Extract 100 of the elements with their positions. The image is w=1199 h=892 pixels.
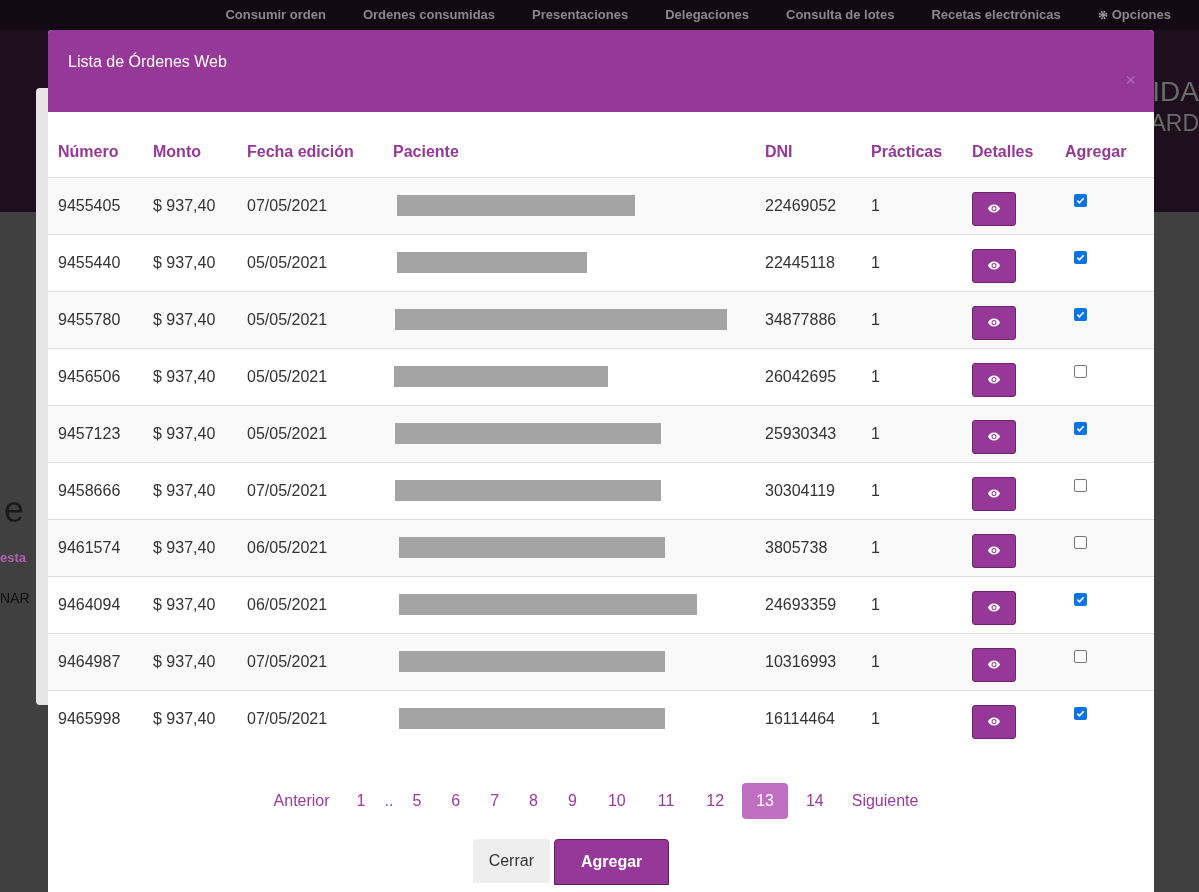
checkbox[interactable]	[1074, 364, 1087, 378]
table-cell: 26042695	[755, 348, 861, 405]
table-cell: 05/05/2021	[237, 291, 383, 348]
table-cell: $ 937,40	[143, 633, 237, 690]
view-details-button[interactable]	[972, 590, 1016, 625]
table-cell: $ 937,40	[143, 177, 237, 234]
checkbox[interactable]	[1074, 535, 1087, 549]
eye-icon	[988, 660, 1000, 669]
table-cell: 07/05/2021	[237, 633, 383, 690]
table-cell: 22445118	[755, 234, 861, 291]
checkbox[interactable]	[1074, 307, 1087, 321]
table-cell: $ 937,40	[143, 291, 237, 348]
page-link[interactable]: 10	[593, 783, 640, 819]
table-cell: 05/05/2021	[237, 348, 383, 405]
checkbox[interactable]	[1074, 649, 1087, 663]
field-label-fragment: esta	[0, 549, 27, 567]
table-cell: 07/05/2021	[237, 690, 383, 747]
checkbox[interactable]	[1074, 421, 1087, 435]
table-cell: 06/05/2021	[237, 519, 383, 576]
page-link[interactable]: 8	[516, 783, 551, 819]
page-link[interactable]: Anterior	[263, 783, 340, 819]
check-icon	[1076, 195, 1085, 205]
page-heading-fragment: IDA	[1152, 78, 1199, 106]
table-cell: 1	[861, 576, 962, 633]
eye-icon	[988, 318, 1000, 327]
view-details-button[interactable]	[972, 248, 1016, 283]
table-cell: 25930343	[755, 405, 861, 462]
checkbox[interactable]	[1074, 478, 1087, 492]
table-cell: 9455780	[48, 291, 143, 348]
table-cell: 9456506	[48, 348, 143, 405]
table-cell: 3805738	[755, 519, 861, 576]
table-cell: 9455405	[48, 177, 143, 234]
column-header: DNI	[755, 112, 861, 177]
nav-link[interactable]: Ordenes consumidas	[362, 5, 496, 25]
nav-link[interactable]: Recetas electrónicas	[931, 5, 1061, 25]
page-link[interactable]: 5	[399, 783, 435, 819]
view-details-button[interactable]	[972, 305, 1016, 340]
checkbox[interactable]	[1074, 706, 1087, 720]
table-cell: $ 937,40	[143, 234, 237, 291]
page-link[interactable]: ..	[382, 783, 396, 819]
table-cell: 1	[861, 405, 962, 462]
page-link[interactable]: 7	[477, 783, 513, 819]
table-cell: 9464987	[48, 633, 143, 690]
table-cell: 34877886	[755, 291, 861, 348]
table-cell: 1	[861, 291, 962, 348]
table-cell: 1	[861, 462, 962, 519]
page-link[interactable]: 14	[791, 783, 838, 819]
check-icon	[1076, 708, 1085, 718]
table-cell: 24693359	[755, 576, 861, 633]
page-link[interactable]: 6	[438, 783, 474, 819]
table-cell: 9458666	[48, 462, 143, 519]
table-cell: 05/05/2021	[237, 234, 383, 291]
nav-link[interactable]: Opciones	[1097, 5, 1171, 25]
page-link[interactable]: Siguiente	[841, 783, 929, 819]
table-cell: 1	[861, 177, 962, 234]
check-icon	[1076, 309, 1085, 319]
page-link[interactable]: 13	[742, 783, 788, 819]
table-cell: $ 937,40	[143, 462, 237, 519]
table-cell: 22469052	[755, 177, 861, 234]
table-cell: 30304119	[755, 462, 861, 519]
table-cell: 9457123	[48, 405, 143, 462]
checkbox[interactable]	[1074, 193, 1087, 207]
checkbox[interactable]	[1074, 250, 1087, 264]
eye-icon	[988, 603, 1000, 612]
table-cell: 07/05/2021	[237, 462, 383, 519]
view-details-button[interactable]	[972, 647, 1016, 682]
table-cell: 9461574	[48, 519, 143, 576]
column-header: Número	[48, 112, 143, 177]
view-details-button[interactable]	[972, 191, 1016, 226]
nav-link[interactable]: Delegaciones	[665, 5, 750, 25]
table-cell: 06/05/2021	[237, 576, 383, 633]
view-details-button[interactable]	[972, 476, 1016, 511]
cancel-button[interactable]: Cerrar	[472, 839, 550, 883]
checkbox[interactable]	[1074, 592, 1087, 606]
nav-link[interactable]: Presentaciones	[532, 5, 629, 25]
table-cell: 05/05/2021	[237, 405, 383, 462]
check-icon	[1076, 252, 1085, 262]
view-details-button[interactable]	[972, 704, 1016, 739]
table-cell: 9465998	[48, 690, 143, 747]
view-details-button[interactable]	[972, 419, 1016, 454]
table-cell: $ 937,40	[143, 519, 237, 576]
page-link[interactable]: 9	[555, 783, 590, 819]
table-cell: 1	[861, 633, 962, 690]
dialog-title: Lista de Órdenes Web	[68, 51, 227, 72]
add-button[interactable]: Agregar	[554, 839, 670, 885]
page-link[interactable]: 12	[692, 783, 739, 819]
view-details-button[interactable]	[972, 362, 1016, 397]
table-cell: $ 937,40	[143, 576, 237, 633]
table-cell: 9455440	[48, 234, 143, 291]
eye-icon	[988, 717, 1000, 727]
nav-link[interactable]: Consulta de lotes	[786, 5, 895, 25]
table-cell: 07/05/2021	[237, 177, 383, 234]
table-cell: 16114464	[755, 690, 861, 747]
table-cell: 1	[861, 348, 962, 405]
table-cell: $ 937,40	[143, 405, 237, 462]
view-details-button[interactable]	[972, 533, 1016, 568]
page-link[interactable]: 11	[643, 783, 689, 819]
page-link[interactable]: 1	[343, 783, 379, 819]
nav-link[interactable]: Consumir orden	[225, 5, 326, 25]
table-cell: 9464094	[48, 576, 143, 633]
